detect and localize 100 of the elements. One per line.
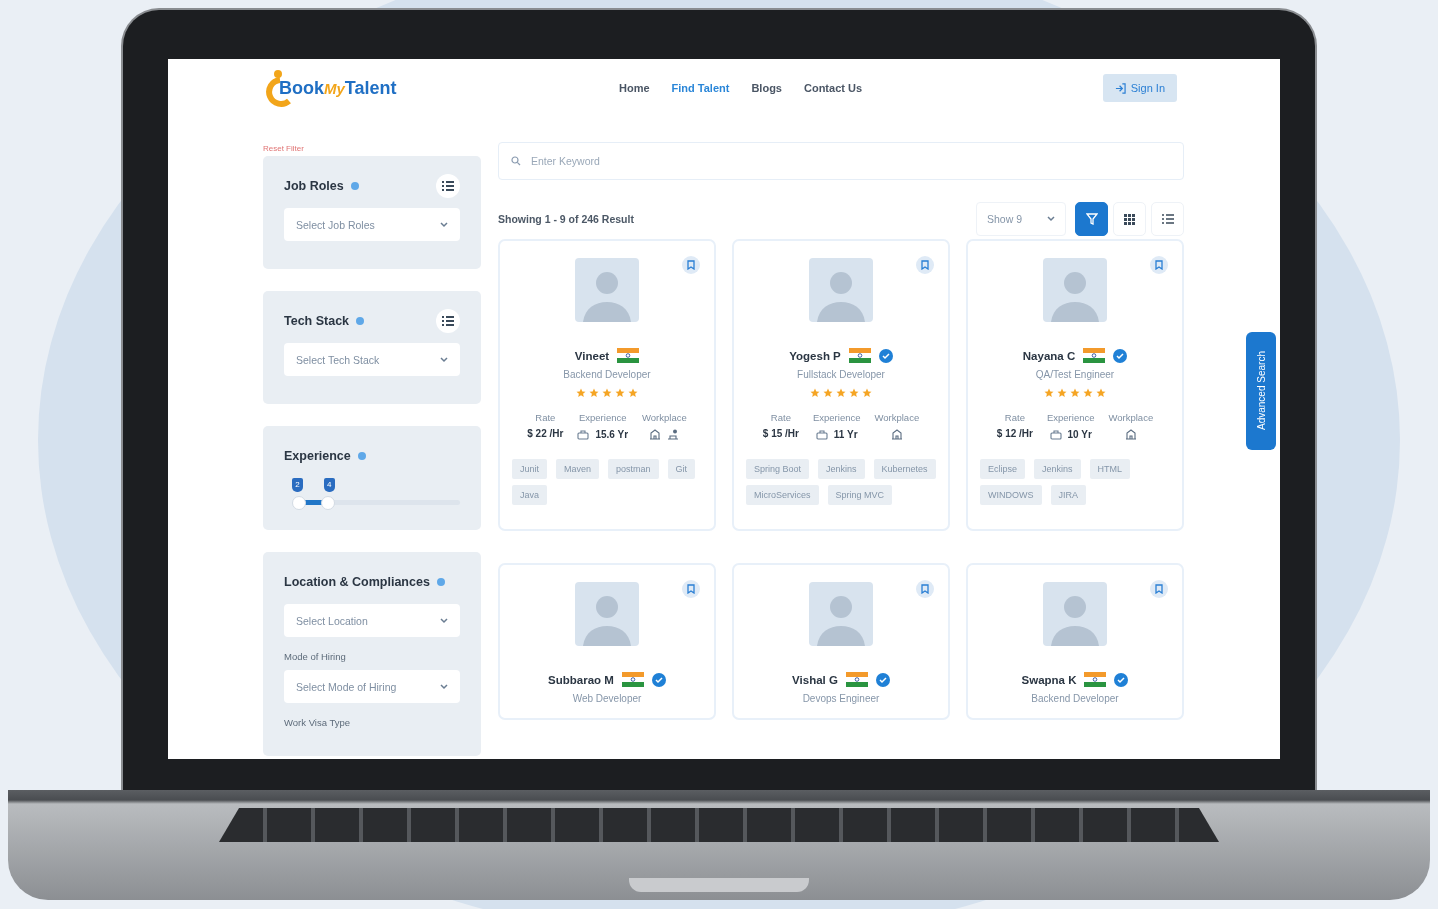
avatar-silhouette	[1043, 582, 1107, 646]
talent-name: Subbarao M	[548, 673, 614, 686]
star-icon	[862, 388, 872, 398]
chevron-down-icon	[440, 617, 448, 624]
avatar-silhouette	[575, 258, 639, 322]
star-icon	[602, 388, 612, 398]
star-icon	[823, 388, 833, 398]
panel-title: Job Roles	[284, 179, 344, 193]
skill-tag: Spring Boot	[746, 459, 810, 479]
select-field[interactable]: Select Mode of Hiring	[284, 670, 460, 703]
talent-card[interactable]: Yogesh P Fullstack Developer Rate $ 15 /Hr Experience 11 Yr Workplace Spring Boot Jenkins Kubernetes MicroServices Spring MVC	[732, 239, 950, 531]
filter-icon	[1085, 213, 1098, 225]
advanced-search-tab[interactable]: Advanced Search	[1246, 332, 1276, 450]
sign-in-button[interactable]: Sign In	[1102, 74, 1177, 102]
search-field[interactable]: Enter Keyword	[498, 142, 1184, 180]
talent-name: Yogesh P	[789, 349, 841, 362]
list-button[interactable]	[436, 309, 460, 333]
nav-link[interactable]: Blogs	[751, 82, 782, 94]
skill-tag: Jenkins	[1034, 459, 1081, 479]
page-size-select[interactable]: Show 9	[976, 202, 1066, 236]
nav-link[interactable]: Home	[619, 82, 650, 94]
star-icon	[849, 388, 859, 398]
bookmark-icon	[1155, 584, 1163, 594]
rate-value: $ 22 /Hr	[527, 428, 564, 439]
panel-title: Tech Stack	[284, 314, 350, 328]
skill-tag: Git	[667, 459, 696, 479]
star-icon	[836, 388, 846, 398]
bookmark-button[interactable]	[682, 256, 700, 274]
india-flag-icon	[845, 672, 868, 687]
talent-name: Nayana C	[1022, 349, 1076, 362]
stat-label: Experience	[812, 412, 861, 423]
chevron-down-icon	[1047, 216, 1055, 222]
skill-tag: Kubernetes	[873, 459, 936, 479]
select-field[interactable]: Select Tech Stack	[284, 343, 460, 376]
talent-name: Vineet	[574, 349, 610, 362]
talent-card[interactable]: Subbarao M Web Developer	[498, 563, 716, 720]
rate-value: $ 15 /Hr	[762, 428, 799, 439]
job-title: Backend Developer	[1031, 693, 1119, 704]
slider-thumb[interactable]	[292, 496, 306, 510]
bookmark-button[interactable]	[916, 256, 934, 274]
bookmark-button[interactable]	[916, 580, 934, 598]
stat-label: Rate	[1004, 412, 1025, 423]
info-icon	[357, 452, 366, 460]
nav-link[interactable]: Find Talent	[671, 82, 730, 94]
india-flag-icon	[848, 348, 871, 363]
bookmark-button[interactable]	[682, 580, 700, 598]
slider-value-tag: 4	[323, 478, 335, 492]
reset-filter-link[interactable]: Reset Filter	[263, 144, 481, 153]
list-button[interactable]	[1151, 202, 1184, 236]
nav-link[interactable]: Contact Us	[804, 82, 863, 94]
skill-tag: Junit	[512, 459, 547, 479]
info-icon	[350, 182, 359, 190]
grid-icon	[1124, 213, 1135, 225]
talent-card[interactable]: Vishal G Devops Engineer	[732, 563, 950, 720]
slider-thumb[interactable]	[321, 496, 336, 510]
briefcase-icon	[577, 429, 590, 440]
select-field[interactable]: Select Job Roles	[284, 208, 460, 241]
talent-card[interactable]: Swapna K Backend Developer	[966, 563, 1184, 720]
star-icon	[1070, 388, 1080, 398]
skill-tag: Maven	[556, 459, 600, 479]
star-icon	[576, 388, 586, 398]
filter-button[interactable]	[1075, 202, 1108, 236]
rate-value: $ 12 /Hr	[996, 428, 1033, 439]
building-icon	[649, 429, 662, 440]
briefcase-icon	[815, 429, 828, 440]
star-icon	[1096, 388, 1106, 398]
panel-title: Location & Compliances	[284, 575, 430, 589]
slider-value-tag: 2	[292, 478, 303, 492]
range-slider[interactable]: 2 4	[284, 478, 460, 512]
list-icon	[442, 316, 454, 326]
india-flag-icon	[1084, 672, 1107, 687]
india-flag-icon	[617, 348, 640, 363]
avatar-silhouette	[575, 582, 639, 646]
grid-button[interactable]	[1113, 202, 1146, 236]
talent-name: Vishal G	[792, 673, 838, 686]
field-label: Work Visa Type	[284, 717, 351, 728]
talent-card[interactable]: Vineet Backend Developer Rate $ 22 /Hr Experience 15.6 Yr Workplace Junit Maven postman Git Java	[498, 239, 716, 531]
select-field[interactable]: Select Location	[284, 604, 460, 637]
bookmark-icon	[687, 260, 695, 270]
skill-tag: HTML	[1089, 459, 1131, 479]
stat-label: Workplace	[874, 412, 920, 423]
skill-tag: WINDOWS	[980, 485, 1042, 505]
skill-tag: postman	[608, 459, 659, 479]
skill-tag: Eclipse	[980, 459, 1025, 479]
skill-tag: Spring MVC	[827, 485, 893, 505]
list-button[interactable]	[436, 174, 460, 198]
skill-tag: Java	[512, 485, 547, 505]
logo-text[interactable]: BookMyTalent	[279, 77, 397, 99]
info-icon	[436, 578, 445, 586]
skill-tag: JIRA	[1050, 485, 1086, 505]
bookmark-button[interactable]	[1150, 256, 1168, 274]
search-icon	[511, 156, 521, 166]
bookmark-icon	[921, 260, 929, 270]
talent-card[interactable]: Nayana C QA/Test Engineer Rate $ 12 /Hr Experience 10 Yr Workplace Eclipse Jenkins HTML WINDOWS JIRA	[966, 239, 1184, 531]
star-icon	[1057, 388, 1067, 398]
bookmark-button[interactable]	[1150, 580, 1168, 598]
list-icon	[442, 181, 454, 191]
stat-label: Rate	[770, 412, 791, 423]
stat-label: Workplace	[1108, 412, 1154, 423]
stat-label: Rate	[535, 412, 556, 423]
